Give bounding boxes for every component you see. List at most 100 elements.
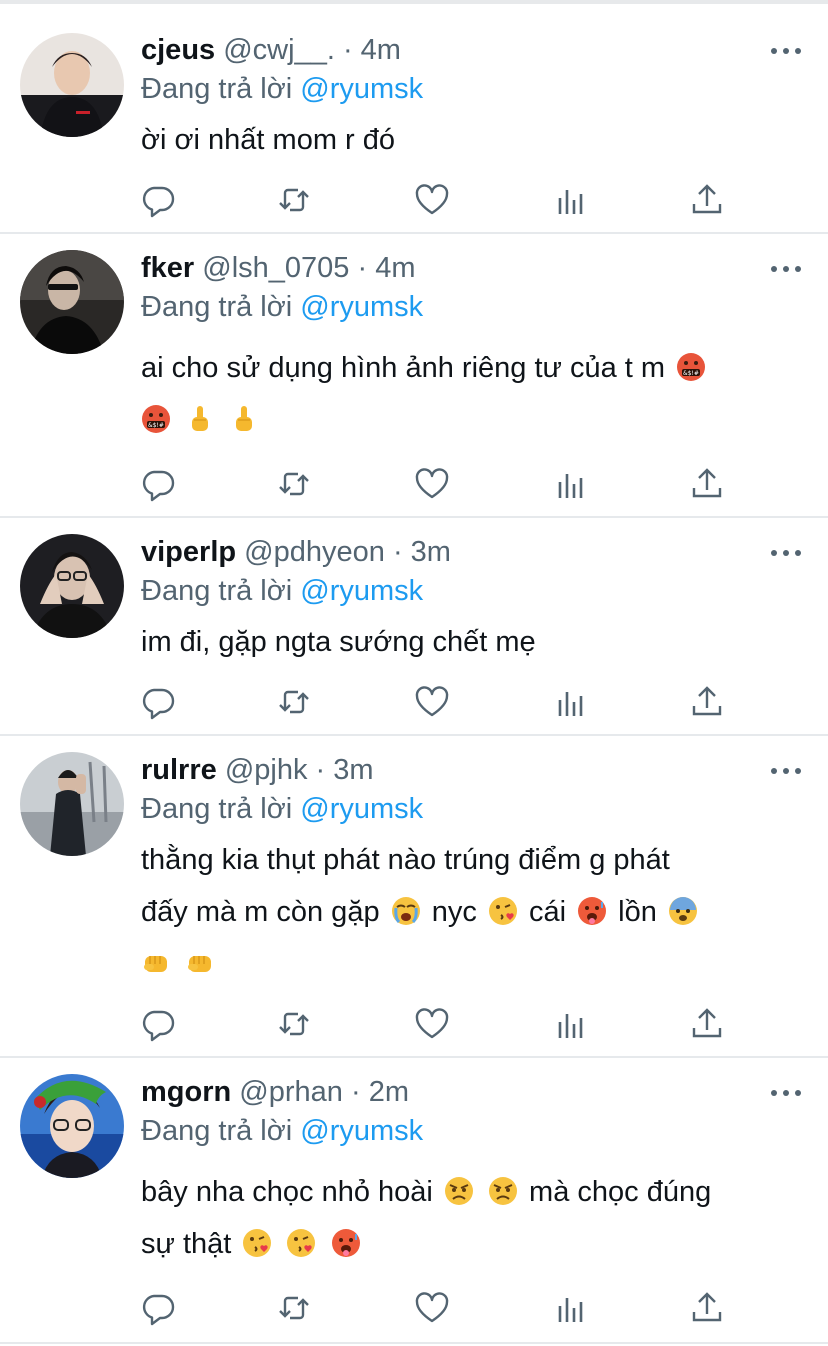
timestamp[interactable]: 4m <box>361 34 401 66</box>
tweet-rulrre[interactable]: rulrre @pjhk · 3m Đang trả lời @ryumsk t… <box>0 736 828 1058</box>
like-icon[interactable] <box>414 466 450 502</box>
angry-face-emoji <box>488 1176 518 1206</box>
share-icon[interactable] <box>689 1290 725 1326</box>
mention-link[interactable]: @ryumsk <box>300 73 423 105</box>
like-icon[interactable] <box>414 1006 450 1042</box>
tweet-text-line: mà chọc đúng <box>529 1176 712 1208</box>
tweet-actions <box>0 1006 828 1042</box>
face-with-symbols-on-mouth-emoji <box>676 352 706 382</box>
hot-face-emoji <box>331 1228 361 1258</box>
tweet-text: ời ơi nhất mom r đó <box>141 114 791 166</box>
timestamp[interactable]: 3m <box>333 754 373 786</box>
like-icon[interactable] <box>414 182 450 218</box>
tweet-header: mgorn @prhan · 2m <box>141 1074 409 1110</box>
tweet-mgorn[interactable]: mgorn @prhan · 2m Đang trả lời @ryumsk b… <box>0 1058 828 1344</box>
tweet-header: cjeus @cwj__. · 4m <box>141 32 401 68</box>
like-icon[interactable] <box>414 684 450 720</box>
tweet-viperlp[interactable]: viperlp @pdhyeon · 3m Đang trả lời @ryum… <box>0 518 828 736</box>
mention-link[interactable]: @ryumsk <box>300 291 423 323</box>
display-name[interactable]: mgorn <box>141 1076 231 1108</box>
separator-dot: · <box>357 252 368 284</box>
tweet-text-line: đấy mà m còn gặp <box>141 896 380 928</box>
timestamp[interactable]: 2m <box>369 1076 409 1108</box>
share-icon[interactable] <box>689 684 725 720</box>
face-with-symbols-on-mouth-emoji <box>141 404 171 434</box>
tweet-text: im đi, gặp ngta sướng chết mẹ <box>141 616 791 668</box>
reply-icon[interactable] <box>140 1290 176 1326</box>
analytics-icon[interactable] <box>552 684 588 720</box>
reply-prefix: Đang trả lời <box>141 73 293 105</box>
reply-context: Đang trả lời @ryumsk <box>141 573 423 609</box>
retweet-icon[interactable] <box>276 1006 312 1042</box>
user-handle[interactable]: @prhan <box>239 1076 343 1108</box>
reply-icon[interactable] <box>140 1006 176 1042</box>
share-icon[interactable] <box>689 1006 725 1042</box>
reply-context: Đang trả lời @ryumsk <box>141 1113 423 1149</box>
user-handle[interactable]: @pjhk <box>225 754 308 786</box>
analytics-icon[interactable] <box>552 182 588 218</box>
user-handle[interactable]: @pdhyeon <box>244 536 385 568</box>
hot-face-emoji <box>577 896 607 926</box>
reply-icon[interactable] <box>140 182 176 218</box>
retweet-icon[interactable] <box>276 684 312 720</box>
separator-dot: · <box>342 34 353 66</box>
face-blowing-a-kiss-emoji <box>286 1228 316 1258</box>
more-options-icon[interactable] <box>771 1088 801 1098</box>
tweet-text: ai cho sử dụng hình ảnh riêng tư của t m <box>141 342 791 446</box>
avatar[interactable] <box>20 250 124 354</box>
tweet-header: fker @lsh_0705 · 4m <box>141 250 416 286</box>
retweet-icon[interactable] <box>276 182 312 218</box>
retweet-icon[interactable] <box>276 466 312 502</box>
tweet-text: bây nha chọc nhỏ hoài mà chọc đúng sự th… <box>141 1166 791 1270</box>
avatar[interactable] <box>20 534 124 638</box>
middle-finger-emoji <box>185 404 215 434</box>
timestamp[interactable]: 3m <box>411 536 451 568</box>
avatar[interactable] <box>20 1074 124 1178</box>
more-options-icon[interactable] <box>771 766 801 776</box>
loudly-crying-face-emoji <box>391 896 421 926</box>
retweet-icon[interactable] <box>276 1290 312 1326</box>
separator-dot: · <box>392 536 403 568</box>
user-handle[interactable]: @lsh_0705 <box>202 252 349 284</box>
more-options-icon[interactable] <box>771 46 801 56</box>
reply-icon[interactable] <box>140 684 176 720</box>
display-name[interactable]: rulrre <box>141 754 217 786</box>
tweet-cjeus[interactable]: cjeus @cwj__. · 4m Đang trả lời @ryumsk … <box>0 4 828 234</box>
reply-icon[interactable] <box>140 466 176 502</box>
tweet-text-line: im đi, gặp ngta sướng chết mẹ <box>141 626 536 658</box>
reply-prefix: Đang trả lời <box>141 793 293 825</box>
tweet-actions <box>0 182 828 218</box>
display-name[interactable]: cjeus <box>141 34 215 66</box>
timestamp[interactable]: 4m <box>375 252 415 284</box>
display-name[interactable]: viperlp <box>141 536 236 568</box>
reply-context: Đang trả lời @ryumsk <box>141 289 423 325</box>
reply-prefix: Đang trả lời <box>141 1115 293 1147</box>
analytics-icon[interactable] <box>552 1290 588 1326</box>
share-icon[interactable] <box>689 182 725 218</box>
tweet-text: thằng kia thụt phát nào trúng điểm g phá… <box>141 834 791 990</box>
separator-dot: · <box>315 754 326 786</box>
mention-link[interactable]: @ryumsk <box>300 1115 423 1147</box>
face-blowing-a-kiss-emoji <box>488 896 518 926</box>
mention-link[interactable]: @ryumsk <box>300 793 423 825</box>
reply-context: Đang trả lời @ryumsk <box>141 791 423 827</box>
avatar[interactable] <box>20 33 124 137</box>
display-name[interactable]: fker <box>141 252 194 284</box>
tweet-text-line: cái <box>528 896 567 928</box>
tweet-text-line: lồn <box>618 896 657 928</box>
tweet-fker[interactable]: fker @lsh_0705 · 4m Đang trả lời @ryumsk… <box>0 234 828 518</box>
avatar[interactable] <box>20 752 124 856</box>
analytics-icon[interactable] <box>552 1006 588 1042</box>
like-icon[interactable] <box>414 1290 450 1326</box>
tweet-header: rulrre @pjhk · 3m <box>141 752 374 788</box>
middle-finger-emoji <box>229 404 259 434</box>
more-options-icon[interactable] <box>771 548 801 558</box>
more-options-icon[interactable] <box>771 264 801 274</box>
analytics-icon[interactable] <box>552 466 588 502</box>
user-handle[interactable]: @cwj__. <box>223 34 335 66</box>
oncoming-fist-emoji <box>185 948 215 978</box>
mention-link[interactable]: @ryumsk <box>300 575 423 607</box>
tweet-text-line: thằng kia thụt phát nào trúng điểm g phá… <box>141 844 670 876</box>
tweet-text-line: bây nha chọc nhỏ hoài <box>141 1176 433 1208</box>
share-icon[interactable] <box>689 466 725 502</box>
